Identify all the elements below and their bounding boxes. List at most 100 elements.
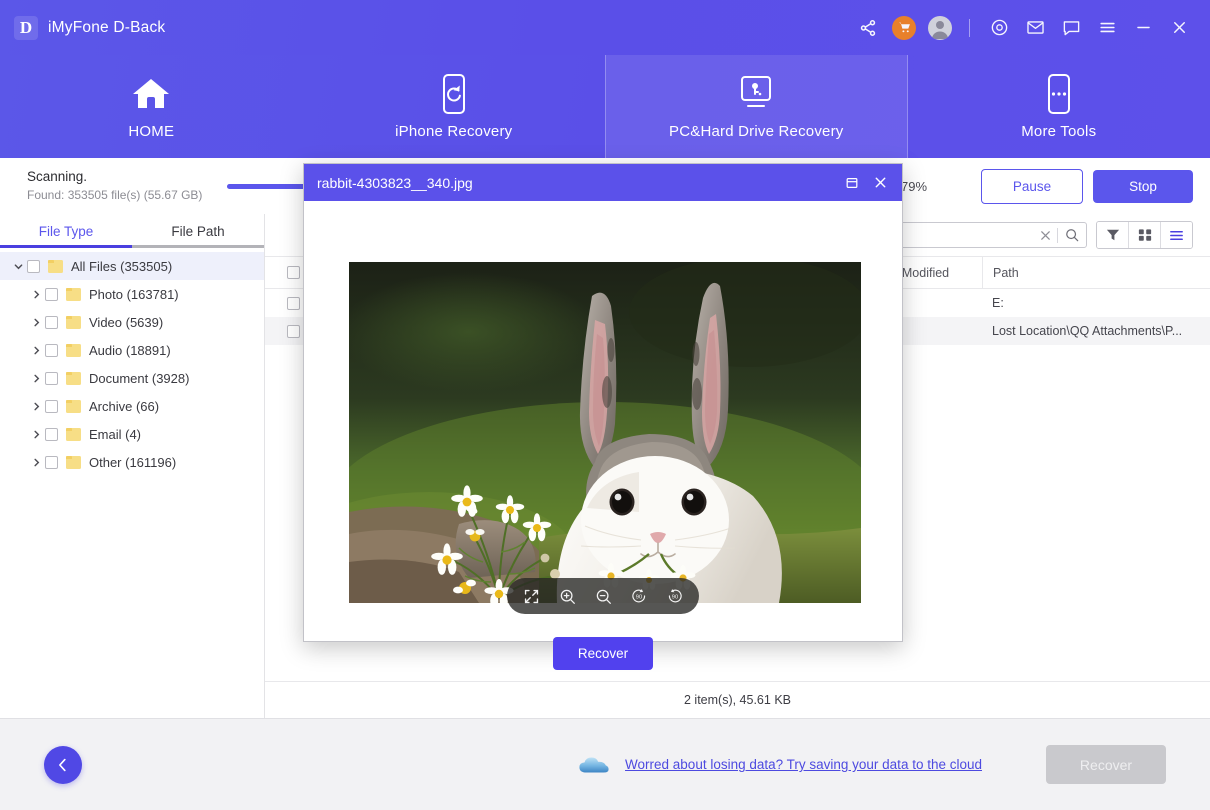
- cell-path: Lost Location\QQ Attachments\P...: [982, 317, 1210, 345]
- brand: D iMyFone D-Back: [0, 16, 165, 40]
- chevron-down-icon[interactable]: [9, 262, 27, 271]
- list-view-icon[interactable]: [1161, 222, 1192, 248]
- minimize-icon[interactable]: [1126, 11, 1160, 45]
- account-avatar-icon[interactable]: [923, 11, 957, 45]
- tree-item-video[interactable]: Video (5639): [0, 308, 264, 336]
- nav-item-home[interactable]: HOME: [0, 55, 303, 158]
- clear-search-icon[interactable]: [1033, 229, 1057, 242]
- nav-label-iphone-recovery: iPhone Recovery: [395, 123, 512, 140]
- chevron-right-icon[interactable]: [27, 402, 45, 411]
- folder-icon: [66, 428, 81, 441]
- tree-item-all-files[interactable]: All Files (353505): [0, 252, 264, 280]
- dialog-title-bar[interactable]: rabbit-4303823__340.jpg: [304, 164, 902, 201]
- scan-percent-label: 79%: [901, 179, 937, 194]
- title-bar-actions: [851, 11, 1210, 45]
- tree-item-email[interactable]: Email (4): [0, 420, 264, 448]
- target-icon[interactable]: [982, 11, 1016, 45]
- chevron-right-icon[interactable]: [27, 374, 45, 383]
- chevron-right-icon[interactable]: [27, 458, 45, 467]
- left-panel-tabs: File Type File Path: [0, 214, 264, 248]
- tree-label: Other (161196): [89, 455, 176, 470]
- chevron-right-icon[interactable]: [27, 318, 45, 327]
- folder-icon: [66, 316, 81, 329]
- tree-item-archive[interactable]: Archive (66): [0, 392, 264, 420]
- tab-file-path[interactable]: File Path: [132, 224, 264, 239]
- close-icon[interactable]: [1162, 11, 1196, 45]
- tree-item-other[interactable]: Other (161196): [0, 448, 264, 476]
- tree-checkbox[interactable]: [45, 344, 58, 357]
- tree-checkbox[interactable]: [27, 260, 40, 273]
- nav-item-iphone-recovery[interactable]: iPhone Recovery: [303, 55, 606, 158]
- file-type-panel: File Type File Path All Files (353505) P…: [0, 214, 265, 718]
- rotate-right-90-icon[interactable]: 90: [661, 582, 689, 610]
- chevron-right-icon[interactable]: [27, 290, 45, 299]
- tab-file-type[interactable]: File Type: [0, 224, 132, 239]
- image-tools-toolbar: 90 90: [507, 578, 699, 614]
- app-title: iMyFone D-Back: [48, 19, 165, 37]
- search-icon[interactable]: [1058, 228, 1086, 242]
- more-dots-icon: [1044, 73, 1074, 115]
- dialog-recover-button[interactable]: Recover: [553, 637, 653, 670]
- folder-icon: [66, 456, 81, 469]
- folder-icon: [66, 400, 81, 413]
- main-nav: HOME iPhone Recovery: [0, 55, 1210, 158]
- filter-icon[interactable]: [1097, 222, 1129, 248]
- cart-badge: [892, 16, 916, 40]
- select-all-checkbox[interactable]: [287, 266, 300, 279]
- zoom-in-icon[interactable]: [553, 582, 581, 610]
- tree-item-audio[interactable]: Audio (18891): [0, 336, 264, 364]
- chevron-right-icon[interactable]: [27, 346, 45, 355]
- share-icon[interactable]: [851, 11, 885, 45]
- tree-checkbox[interactable]: [45, 400, 58, 413]
- tree-checkbox[interactable]: [45, 316, 58, 329]
- cell-path: E:: [982, 289, 1210, 317]
- stop-button[interactable]: Stop: [1093, 170, 1193, 203]
- dialog-title: rabbit-4303823__340.jpg: [317, 175, 838, 191]
- chat-icon[interactable]: [1054, 11, 1088, 45]
- scan-state-label: Scanning.: [27, 168, 222, 186]
- restore-window-icon[interactable]: [838, 169, 866, 197]
- tree-item-photo[interactable]: Photo (163781): [0, 280, 264, 308]
- zoom-out-icon[interactable]: [589, 582, 617, 610]
- tree-checkbox[interactable]: [45, 456, 58, 469]
- nav-item-pc-hard-drive-recovery[interactable]: PC&Hard Drive Recovery: [605, 55, 908, 158]
- rotate-left-90-icon[interactable]: 90: [625, 582, 653, 610]
- search-box[interactable]: [872, 222, 1087, 248]
- file-type-tree: All Files (353505) Photo (163781) Video …: [0, 248, 264, 476]
- row-checkbox[interactable]: [287, 297, 300, 310]
- title-bar: D iMyFone D-Back: [0, 0, 1210, 55]
- cloud-backup-link[interactable]: Worred about losing data? Try saving you…: [625, 757, 982, 772]
- tree-label: Video (5639): [89, 315, 163, 330]
- cart-icon[interactable]: [887, 11, 921, 45]
- tree-checkbox[interactable]: [45, 428, 58, 441]
- recover-button[interactable]: Recover: [1046, 745, 1166, 784]
- view-mode-group: [1096, 221, 1193, 249]
- tab-underline-active: [0, 245, 132, 248]
- tree-checkbox[interactable]: [45, 372, 58, 385]
- avatar: [928, 16, 952, 40]
- file-list-summary: 2 item(s), 45.61 KB: [265, 681, 1210, 718]
- scan-found-label: Found: 353505 file(s) (55.67 GB): [27, 187, 222, 204]
- tree-label: All Files (353505): [71, 259, 172, 274]
- folder-icon: [66, 344, 81, 357]
- tree-checkbox[interactable]: [45, 288, 58, 301]
- tree-item-document[interactable]: Document (3928): [0, 364, 264, 392]
- pause-button[interactable]: Pause: [981, 169, 1083, 204]
- nav-item-more-tools[interactable]: More Tools: [908, 55, 1210, 158]
- hamburger-menu-icon[interactable]: [1090, 11, 1124, 45]
- app-logo-icon: D: [14, 16, 38, 40]
- home-icon: [131, 73, 171, 115]
- nav-label-pc-hard-drive-recovery: PC&Hard Drive Recovery: [669, 123, 843, 140]
- folder-icon: [66, 288, 81, 301]
- chevron-right-icon[interactable]: [27, 430, 45, 439]
- back-button[interactable]: [44, 746, 82, 784]
- cloud-icon: [577, 753, 611, 777]
- row-checkbox[interactable]: [287, 325, 300, 338]
- mail-icon[interactable]: [1018, 11, 1052, 45]
- dialog-close-icon[interactable]: [866, 169, 894, 197]
- phone-refresh-icon: [439, 73, 469, 115]
- tree-label: Document (3928): [89, 371, 189, 386]
- column-path[interactable]: Path: [982, 257, 1210, 288]
- fit-screen-icon[interactable]: [517, 582, 545, 610]
- grid-view-icon[interactable]: [1129, 222, 1161, 248]
